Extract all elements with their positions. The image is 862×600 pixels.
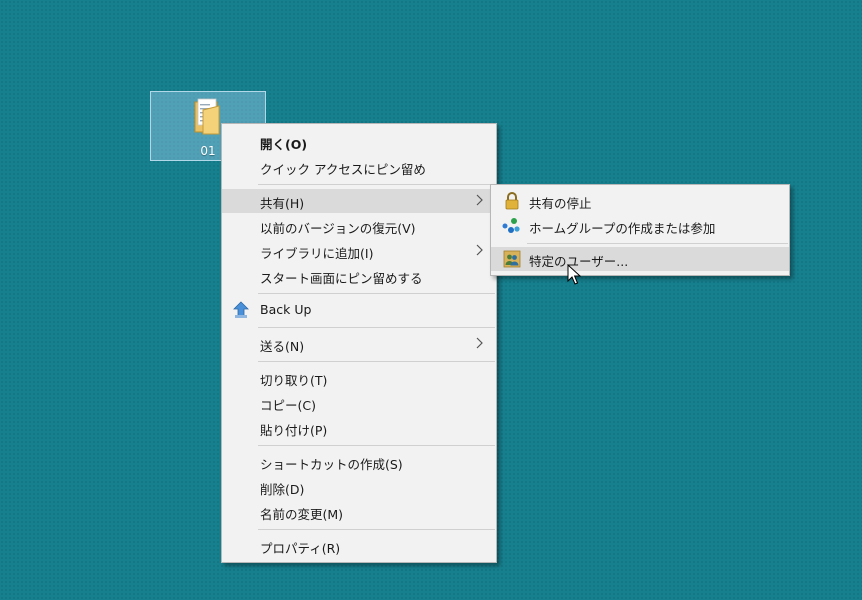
menu-item-send-to[interactable]: 送る(N): [222, 332, 496, 356]
chevron-right-icon: [476, 244, 483, 256]
submenu-item-homegroup[interactable]: ホームグループの作成または参加: [491, 214, 789, 238]
backup-icon: [233, 301, 249, 318]
folder-icon: [194, 98, 220, 135]
mouse-pointer-icon: [567, 264, 581, 285]
menu-item-create-shortcut-label: ショートカットの作成(S): [260, 457, 403, 472]
menu-item-copy[interactable]: コピー(C): [222, 391, 496, 415]
homegroup-icon: [502, 218, 520, 233]
menu-item-pin-to-start-label: スタート画面にピン留めする: [260, 271, 423, 286]
submenu-item-stop-sharing[interactable]: 共有の停止: [491, 189, 789, 213]
menu-item-properties[interactable]: プロパティ(R): [222, 534, 496, 558]
submenu-item-stop-sharing-label: 共有の停止: [529, 196, 592, 211]
menu-item-open[interactable]: 開く(O): [222, 130, 496, 154]
menu-item-pin-quick-access[interactable]: クイック アクセスにピン留め: [222, 155, 496, 179]
menu-separator: [258, 327, 495, 328]
chevron-right-icon: [476, 337, 483, 349]
menu-separator: [258, 529, 495, 530]
menu-item-cut-label: 切り取り(T): [260, 373, 328, 388]
menu-item-create-shortcut[interactable]: ショートカットの作成(S): [222, 450, 496, 474]
menu-separator: [258, 293, 495, 294]
menu-item-properties-label: プロパティ(R): [260, 541, 341, 556]
menu-item-copy-label: コピー(C): [260, 398, 316, 413]
menu-item-share-label: 共有(H): [260, 196, 305, 211]
menu-item-pin-quick-access-label: クイック アクセスにピン留め: [260, 162, 426, 177]
menu-separator: [258, 361, 495, 362]
submenu-item-specific-people[interactable]: 特定のユーザー...: [491, 247, 789, 271]
menu-separator: [527, 243, 788, 244]
menu-item-send-to-label: 送る(N): [260, 339, 305, 354]
menu-item-delete-label: 削除(D): [260, 482, 305, 497]
lock-icon: [505, 192, 519, 210]
menu-item-restore-versions-label: 以前のバージョンの復元(V): [260, 221, 416, 236]
menu-item-pin-to-start[interactable]: スタート画面にピン留めする: [222, 264, 496, 288]
share-submenu: 共有の停止 ホームグループの作成または参加 特定のユーザー...: [490, 184, 790, 276]
menu-separator: [258, 184, 495, 185]
menu-item-back-up-label: Back Up: [260, 302, 312, 317]
menu-item-cut[interactable]: 切り取り(T): [222, 366, 496, 390]
menu-item-share[interactable]: 共有(H): [222, 189, 496, 213]
context-menu: 開く(O) クイック アクセスにピン留め 共有(H) 以前のバージョンの復元(V…: [221, 123, 497, 563]
menu-item-open-label: 開く(O): [260, 137, 308, 152]
menu-item-add-to-library-label: ライブラリに追加(I): [260, 246, 374, 261]
menu-item-rename-label: 名前の変更(M): [260, 507, 344, 522]
menu-separator: [258, 445, 495, 446]
menu-item-paste-label: 貼り付け(P): [260, 423, 328, 438]
menu-item-restore-versions[interactable]: 以前のバージョンの復元(V): [222, 214, 496, 238]
menu-item-paste[interactable]: 貼り付け(P): [222, 416, 496, 440]
menu-item-delete[interactable]: 削除(D): [222, 475, 496, 499]
menu-item-add-to-library[interactable]: ライブラリに追加(I): [222, 239, 496, 263]
chevron-right-icon: [476, 194, 483, 206]
users-icon: [503, 250, 521, 268]
menu-item-rename[interactable]: 名前の変更(M): [222, 500, 496, 524]
menu-item-back-up[interactable]: Back Up: [222, 298, 496, 322]
submenu-item-homegroup-label: ホームグループの作成または参加: [529, 221, 716, 236]
